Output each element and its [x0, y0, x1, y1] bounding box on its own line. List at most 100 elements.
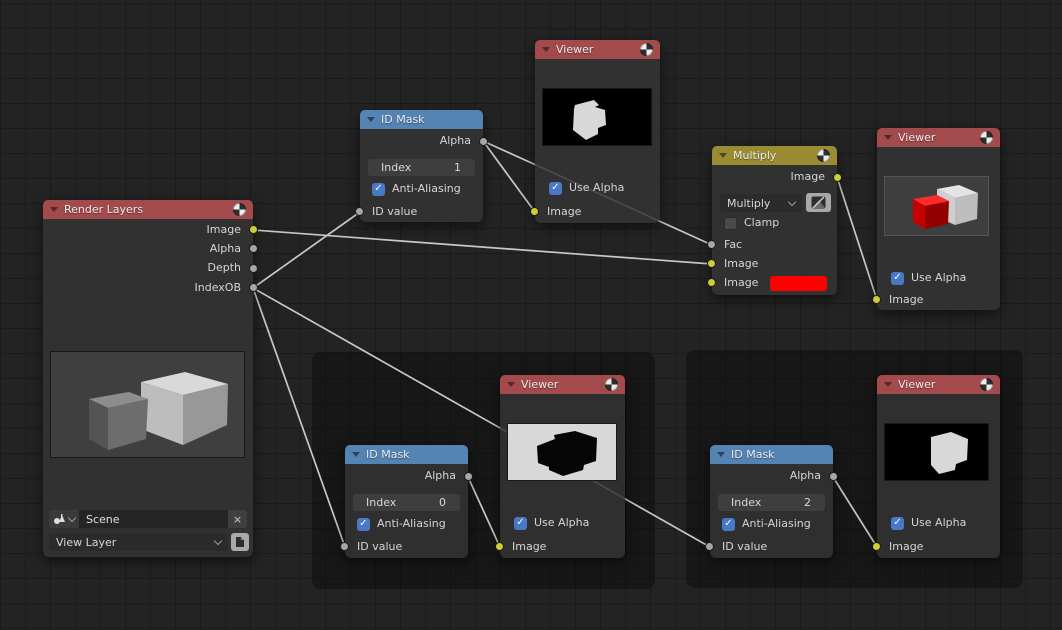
node-viewer-main[interactable]: Viewer ✓ Use Alpha Image [535, 40, 660, 223]
socket-in-id-value[interactable] [705, 542, 714, 551]
anti-aliasing-checkbox[interactable]: ✓ [357, 518, 370, 531]
collapse-triangle-icon[interactable] [719, 153, 727, 158]
socket-in-id-value[interactable] [340, 542, 349, 551]
viewer-header[interactable]: Viewer [535, 40, 660, 59]
view-layer-dropdown[interactable]: View Layer [49, 533, 228, 551]
new-view-layer-button[interactable] [231, 533, 249, 551]
id-mask-header[interactable]: ID Mask [345, 445, 468, 464]
wire-alpha0-to-viewer [468, 477, 500, 547]
image-type-button[interactable] [806, 193, 831, 212]
collapse-triangle-icon[interactable] [884, 135, 892, 140]
index-value: 1 [454, 159, 461, 176]
scene-name-field[interactable]: Scene [79, 510, 228, 528]
node-title: ID Mask [381, 113, 425, 126]
wire-image-to-multiply [253, 230, 712, 264]
socket-out-alpha[interactable] [249, 244, 258, 253]
index-field[interactable]: Index 2 [718, 494, 825, 511]
check-icon: ✓ [551, 182, 559, 193]
socket-out-alpha[interactable] [829, 472, 838, 481]
socket-in-image2[interactable] [707, 278, 716, 287]
close-icon: × [233, 513, 242, 526]
collapse-triangle-icon[interactable] [507, 382, 515, 387]
use-alpha-label: Use Alpha [569, 179, 624, 197]
node-viewer-multiply[interactable]: Viewer ✓ Use Alpha Image [877, 128, 1000, 310]
viewer-header[interactable]: Viewer [500, 375, 625, 394]
material-sphere-icon [980, 378, 993, 391]
id-mask-header[interactable]: ID Mask [710, 445, 833, 464]
anti-aliasing-checkbox[interactable]: ✓ [722, 518, 735, 531]
output-label-alpha: Alpha [345, 467, 456, 485]
collapse-triangle-icon[interactable] [884, 382, 892, 387]
socket-in-image[interactable] [495, 542, 504, 551]
anti-aliasing-checkbox[interactable]: ✓ [372, 183, 385, 196]
node-id-mask-0[interactable]: ID Mask Alpha Index 0 ✓ Anti-Aliasing ID… [345, 445, 468, 558]
unlink-scene-button[interactable]: × [228, 510, 247, 528]
node-render-layers[interactable]: Render Layers Image Alpha Depth IndexOB [43, 200, 253, 557]
input-label-fac: Fac [724, 236, 742, 254]
socket-in-fac[interactable] [707, 240, 716, 249]
node-id-mask-1[interactable]: ID Mask Alpha Index 1 ✓ Anti-Aliasing ID… [360, 110, 483, 222]
anti-aliasing-label: Anti-Aliasing [742, 515, 811, 533]
use-alpha-checkbox[interactable]: ✓ [514, 517, 527, 530]
use-alpha-checkbox[interactable]: ✓ [891, 272, 904, 285]
viewer-preview-image [884, 423, 989, 481]
socket-out-indexob[interactable] [249, 283, 258, 292]
check-icon: ✓ [893, 272, 901, 283]
scene-browse-button[interactable] [49, 510, 79, 528]
socket-in-image[interactable] [530, 207, 539, 216]
input-label-id-value: ID value [357, 538, 402, 556]
node-editor-canvas[interactable]: Render Layers Image Alpha Depth IndexOB [0, 0, 1062, 630]
socket-in-image1[interactable] [707, 259, 716, 268]
socket-in-image[interactable] [872, 542, 881, 551]
check-icon: ✓ [374, 183, 382, 194]
scene-selector[interactable]: Scene × [49, 510, 247, 528]
use-alpha-checkbox[interactable]: ✓ [549, 182, 562, 195]
image2-color-swatch[interactable] [770, 276, 827, 291]
socket-out-image[interactable] [833, 173, 842, 182]
material-sphere-icon [640, 43, 653, 56]
clamp-checkbox[interactable] [724, 217, 737, 230]
socket-out-depth[interactable] [249, 264, 258, 273]
check-icon: ✓ [516, 517, 524, 528]
node-title: Viewer [898, 378, 935, 391]
input-label-id-value: ID value [722, 538, 767, 556]
use-alpha-checkbox[interactable]: ✓ [891, 517, 904, 530]
socket-out-alpha[interactable] [479, 137, 488, 146]
render-layers-header[interactable]: Render Layers [43, 200, 253, 219]
output-label-alpha: Alpha [360, 132, 471, 150]
viewer-header[interactable]: Viewer [877, 375, 1000, 394]
index-field[interactable]: Index 1 [368, 159, 475, 176]
node-multiply[interactable]: Multiply Image Multiply Clamp Fac Image … [712, 146, 837, 295]
node-title: Viewer [898, 131, 935, 144]
multiply-header[interactable]: Multiply [712, 146, 837, 165]
index-field[interactable]: Index 0 [353, 494, 460, 511]
node-title: Viewer [556, 43, 593, 56]
input-label-image: Image [547, 203, 581, 221]
collapse-triangle-icon[interactable] [542, 47, 550, 52]
node-title: Multiply [733, 149, 776, 162]
material-sphere-icon [605, 378, 618, 391]
node-id-mask-2[interactable]: ID Mask Alpha Index 2 ✓ Anti-Aliasing ID… [710, 445, 833, 558]
node-viewer-mask2[interactable]: Viewer ✓ Use Alpha Image [877, 375, 1000, 558]
collapse-triangle-icon[interactable] [352, 452, 360, 457]
material-sphere-icon [233, 203, 246, 216]
viewer-preview-image [542, 88, 652, 146]
id-mask-header[interactable]: ID Mask [360, 110, 483, 129]
input-label-image2: Image [724, 274, 758, 292]
socket-out-alpha[interactable] [464, 472, 473, 481]
viewer-header[interactable]: Viewer [877, 128, 1000, 147]
socket-out-image[interactable] [249, 225, 258, 234]
collapse-triangle-icon[interactable] [367, 117, 375, 122]
socket-in-id-value[interactable] [355, 207, 364, 216]
material-sphere-icon [980, 131, 993, 144]
node-viewer-mask0[interactable]: Viewer ✓ Use Alpha Image [500, 375, 625, 558]
wire-indexob-to-idmask1 [253, 212, 360, 288]
node-title: Render Layers [64, 203, 143, 216]
collapse-triangle-icon[interactable] [50, 207, 58, 212]
output-label-alpha: Alpha [43, 240, 241, 258]
socket-in-image[interactable] [872, 295, 881, 304]
collapse-triangle-icon[interactable] [717, 452, 725, 457]
blend-mode-dropdown[interactable]: Multiply [720, 194, 802, 212]
index-label: Index [381, 159, 411, 176]
output-label-image: Image [43, 221, 241, 239]
